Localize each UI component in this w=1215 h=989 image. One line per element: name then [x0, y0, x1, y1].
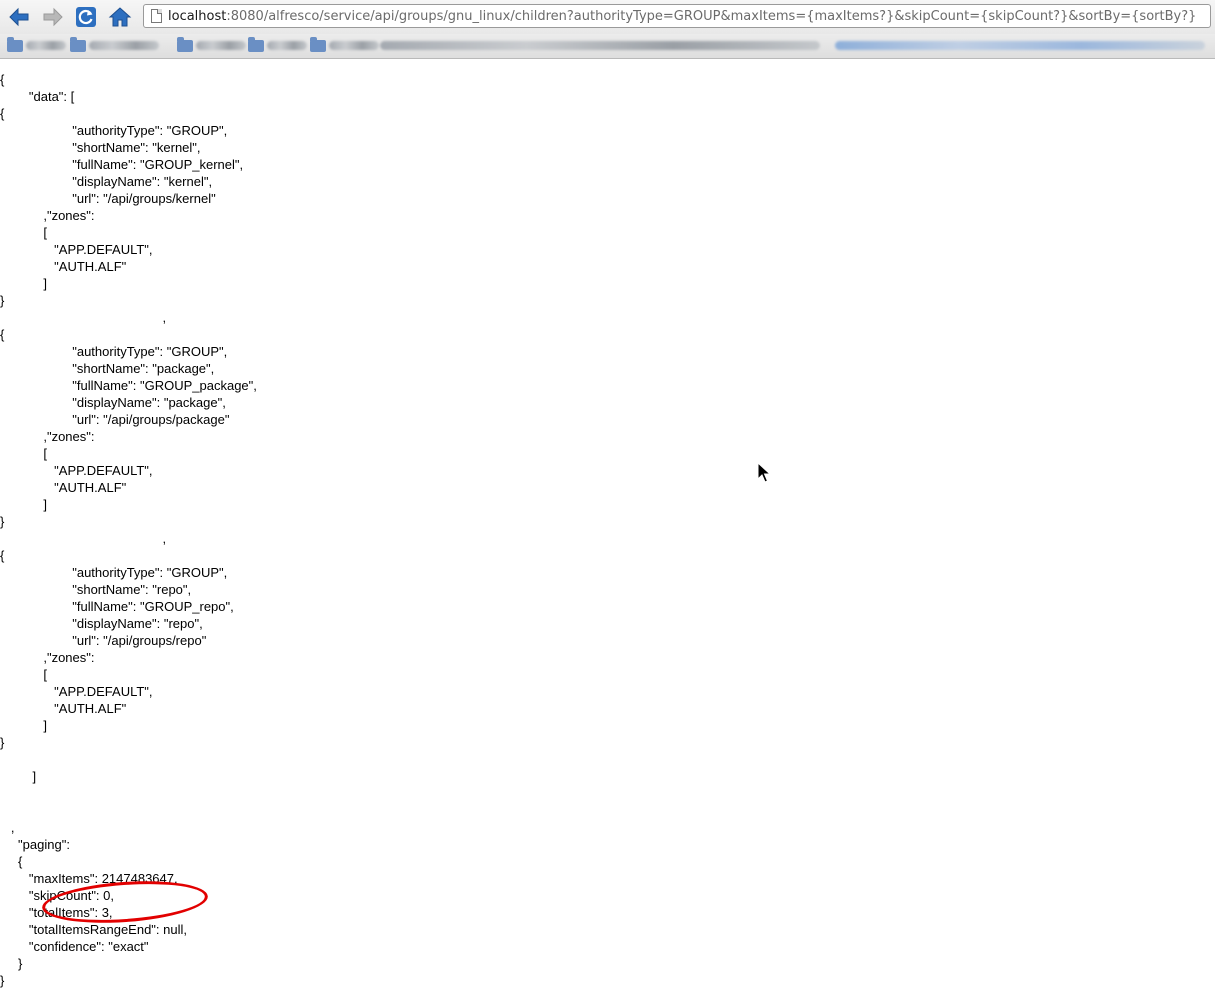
json-line: "authorityType": "GROUP", — [0, 123, 228, 138]
reload-icon — [76, 7, 96, 27]
back-button[interactable] — [6, 3, 32, 31]
json-line: "data": [ — [0, 89, 75, 104]
folder-icon — [70, 36, 86, 52]
json-line: } — [0, 514, 5, 529]
json-line: } — [0, 735, 5, 750]
folder-icon — [177, 36, 193, 52]
json-line: } — [0, 973, 5, 988]
json-line: "fullName": "GROUP_kernel", — [0, 157, 244, 172]
url-host: localhost — [168, 8, 227, 24]
folder-icon — [310, 36, 326, 52]
json-line: "paging": — [0, 837, 70, 852]
json-line: [ — [0, 667, 47, 682]
json-line: "url": "/api/groups/package" — [0, 412, 230, 427]
json-line: } — [0, 293, 5, 308]
json-line: "shortName": "package", — [0, 361, 215, 376]
mouse-cursor-icon — [757, 462, 771, 483]
json-response-body: { "data": [ { "authorityType": "GROUP", "… — [0, 62, 1215, 988]
reload-button[interactable] — [73, 3, 99, 31]
bookmark-item[interactable] — [380, 37, 820, 54]
bookmark-item[interactable] — [177, 36, 246, 54]
folder-icon — [248, 36, 264, 52]
json-line: , — [0, 820, 15, 835]
json-line: "url": "/api/groups/kernel" — [0, 191, 216, 206]
json-line: , — [0, 310, 167, 325]
bookmarks-bar — [0, 34, 1215, 59]
json-line: "fullName": "GROUP_package", — [0, 378, 257, 393]
forward-button[interactable] — [40, 3, 66, 31]
back-arrow-icon — [9, 7, 29, 27]
json-line: { — [0, 548, 5, 563]
json-line: "displayName": "package", — [0, 395, 226, 410]
json-line: ,"zones": — [0, 650, 95, 665]
json-line: { — [0, 106, 5, 121]
json-line: } — [0, 956, 23, 971]
browser-toolbar: localhost:8080/alfresco/service/api/grou… — [0, 0, 1215, 34]
json-line: "displayName": "repo", — [0, 616, 203, 631]
json-line: "shortName": "repo", — [0, 582, 192, 597]
json-line: { — [0, 327, 5, 342]
json-line: "fullName": "GROUP_repo", — [0, 599, 234, 614]
json-line: "AUTH.ALF" — [0, 259, 127, 274]
json-line: { — [0, 72, 5, 87]
json-line: "APP.DEFAULT", — [0, 684, 153, 699]
url-path: :8080/alfresco/service/api/groups/gnu_li… — [226, 8, 1197, 24]
bookmark-item[interactable] — [7, 36, 66, 54]
json-line: "totalItemsRangeEnd": null, — [0, 922, 187, 937]
json-line: ] — [0, 769, 37, 784]
json-line: , — [0, 531, 167, 546]
json-line: ,"zones": — [0, 208, 95, 223]
bookmark-item[interactable] — [835, 37, 1205, 54]
address-bar[interactable]: localhost:8080/alfresco/service/api/grou… — [143, 4, 1211, 28]
bookmark-item[interactable] — [310, 36, 379, 54]
json-line: "APP.DEFAULT", — [0, 242, 153, 257]
json-line: "AUTH.ALF" — [0, 701, 127, 716]
json-line: "displayName": "kernel", — [0, 174, 213, 189]
page-icon — [151, 9, 162, 23]
bookmark-item[interactable] — [70, 36, 159, 54]
folder-icon — [7, 36, 23, 52]
json-line: ,"zones": — [0, 429, 95, 444]
bookmark-item[interactable] — [248, 36, 307, 54]
json-line: "APP.DEFAULT", — [0, 463, 153, 478]
json-line: [ — [0, 446, 47, 461]
home-icon — [108, 7, 132, 27]
json-line: "AUTH.ALF" — [0, 480, 127, 495]
forward-arrow-icon — [43, 7, 63, 27]
json-line: { — [0, 854, 23, 869]
json-line: ] — [0, 718, 47, 733]
json-line: [ — [0, 225, 47, 240]
json-line: "authorityType": "GROUP", — [0, 565, 228, 580]
json-line: "confidence": "exact" — [0, 939, 149, 954]
json-line: ] — [0, 497, 47, 512]
json-line: "shortName": "kernel", — [0, 140, 201, 155]
json-line: "authorityType": "GROUP", — [0, 344, 228, 359]
home-button[interactable] — [107, 3, 133, 31]
json-line: ] — [0, 276, 47, 291]
json-line: "url": "/api/groups/repo" — [0, 633, 207, 648]
